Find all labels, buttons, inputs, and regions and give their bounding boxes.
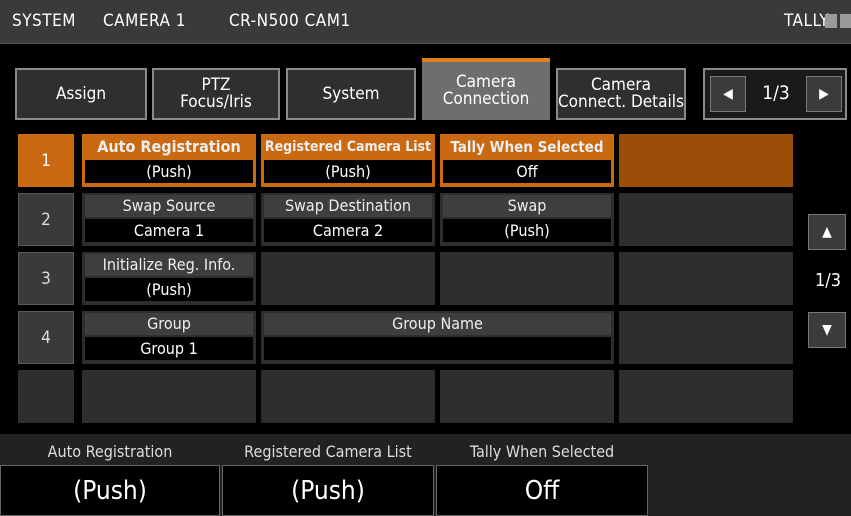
tab-camera-connection[interactable]: Camera Connection	[422, 62, 550, 120]
row-button-empty	[18, 370, 74, 423]
empty-cell	[619, 370, 793, 423]
cell-value: (Push)	[443, 219, 611, 242]
bottom-registered-camera-list-button[interactable]: (Push)	[222, 465, 434, 516]
cell-value: (Push)	[264, 160, 432, 183]
tab-system[interactable]: System	[286, 68, 416, 120]
tab-page-indicator: 1/3	[762, 82, 790, 104]
bottom-auto-registration-button[interactable]: (Push)	[0, 465, 220, 516]
cell-label: Group Name	[264, 313, 611, 335]
scroll-down-button[interactable]: ▼	[808, 312, 846, 348]
tally-label: TALLY	[784, 11, 830, 31]
registered-camera-list-cell[interactable]: Registered Camera List (Push)	[261, 134, 435, 187]
row-button-2[interactable]: 2	[18, 193, 74, 246]
triangle-up-icon: ▲	[822, 224, 832, 240]
cell-value: (Push)	[85, 160, 253, 183]
cell-value: Camera 1	[85, 219, 253, 242]
row-button-4[interactable]: 4	[18, 311, 74, 364]
tab-camera-connect-details[interactable]: Camera Connect. Details	[556, 68, 686, 120]
empty-cell	[619, 311, 793, 364]
empty-cell	[619, 134, 793, 187]
cell-label: Registered Camera List	[264, 136, 432, 158]
empty-cell	[440, 370, 614, 423]
auto-registration-cell[interactable]: Auto Registration (Push)	[82, 134, 256, 187]
cell-value	[264, 337, 611, 360]
row-button-3[interactable]: 3	[18, 252, 74, 305]
tab-next-button[interactable]: ▶	[806, 76, 842, 112]
tab-ptz-focus-iris[interactable]: PTZ Focus/Iris	[152, 68, 280, 120]
row-page-indicator: 1/3	[814, 270, 842, 291]
swap-destination-cell[interactable]: Swap Destination Camera 2	[261, 193, 435, 246]
group-cell[interactable]: Group Group 1	[82, 311, 256, 364]
initialize-reg-info-cell[interactable]: Initialize Reg. Info. (Push)	[82, 252, 256, 305]
cell-label: Swap Source	[85, 195, 253, 217]
bottom-tally-when-selected-button[interactable]: Off	[436, 465, 648, 516]
scroll-up-button[interactable]: ▲	[808, 214, 846, 250]
tab-assign[interactable]: Assign	[15, 68, 147, 120]
cell-value: Camera 2	[264, 219, 432, 242]
cell-value: Off	[443, 160, 611, 183]
cell-value: (Push)	[85, 278, 253, 301]
cell-label: Group	[85, 313, 253, 335]
row-button-1[interactable]: 1	[18, 134, 74, 187]
bottom-label-tally-when-selected: Tally When Selected	[469, 442, 615, 461]
cell-label: Initialize Reg. Info.	[85, 254, 253, 276]
empty-cell	[261, 252, 435, 305]
tab-prev-button[interactable]: ◀	[710, 76, 746, 112]
empty-cell	[619, 193, 793, 246]
triangle-down-icon: ▼	[822, 322, 832, 338]
empty-cell	[619, 252, 793, 305]
bottom-label-auto-registration: Auto Registration	[47, 442, 173, 461]
tally-indicator-2	[840, 14, 851, 28]
triangle-left-icon: ◀	[723, 86, 733, 102]
cell-label: Auto Registration	[85, 136, 253, 158]
tally-when-selected-cell[interactable]: Tally When Selected Off	[440, 134, 614, 187]
cell-label: Swap	[443, 195, 611, 217]
bottom-label-registered-camera-list: Registered Camera List	[244, 442, 412, 461]
group-name-cell[interactable]: Group Name	[261, 311, 614, 364]
tab-page-nav: ◀ 1/3 ▶	[703, 68, 847, 120]
cell-label: Tally When Selected	[443, 136, 611, 158]
triangle-right-icon: ▶	[819, 86, 829, 102]
camera-model-label: CR-N500 CAM1	[229, 11, 351, 31]
tally-indicator-1	[825, 14, 837, 28]
cell-label: Swap Destination	[264, 195, 432, 217]
swap-source-cell[interactable]: Swap Source Camera 1	[82, 193, 256, 246]
status-header: SYSTEM CAMERA 1 CR-N500 CAM1 TALLY	[0, 0, 851, 44]
system-label: SYSTEM	[12, 11, 76, 31]
camera-label: CAMERA 1	[103, 11, 186, 31]
empty-cell	[82, 370, 256, 423]
cell-value: Group 1	[85, 337, 253, 360]
empty-cell	[440, 252, 614, 305]
swap-cell[interactable]: Swap (Push)	[440, 193, 614, 246]
empty-cell	[261, 370, 435, 423]
